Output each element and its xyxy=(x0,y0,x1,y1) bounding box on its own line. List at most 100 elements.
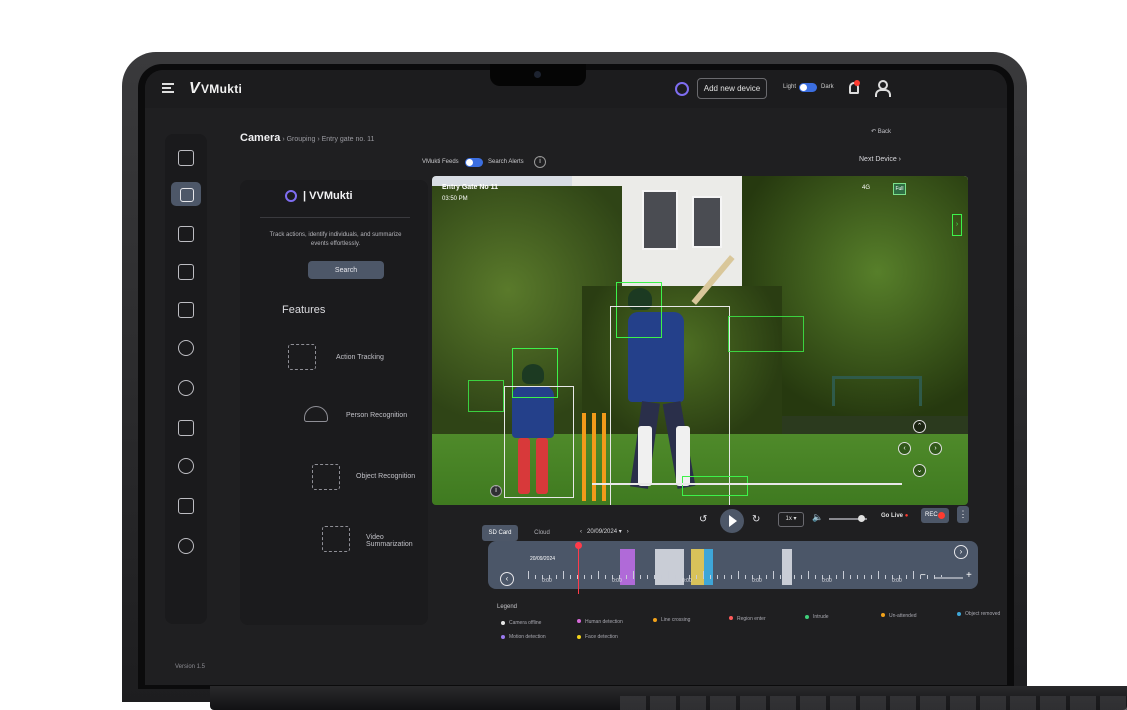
signal-strength-label: 4G xyxy=(862,185,871,191)
breadcrumb-grouping[interactable]: Grouping xyxy=(287,136,316,143)
person-recognition-icon xyxy=(304,406,328,422)
sidebar-item-settings-icon[interactable] xyxy=(178,340,194,356)
breadcrumb-camera[interactable]: Camera xyxy=(240,132,280,144)
zoom-out-icon[interactable]: − xyxy=(920,570,926,581)
next-date-icon[interactable]: › xyxy=(627,529,629,535)
speed-value: 1x xyxy=(785,516,792,522)
timeline-tick xyxy=(850,575,851,579)
timeline-tick xyxy=(913,571,914,579)
playback-speed-select[interactable]: 1x ▾ xyxy=(778,512,804,527)
sidebar-item-dashboard-icon[interactable] xyxy=(178,150,194,166)
sidebar-item-gear-icon[interactable] xyxy=(178,458,194,474)
timeline-tick xyxy=(703,571,704,579)
volume-slider-knob[interactable] xyxy=(858,515,865,522)
forward-icon[interactable]: ↻ xyxy=(752,514,760,525)
timeline-playhead-handle[interactable] xyxy=(575,542,582,549)
legend-item: Line crossing xyxy=(653,617,690,623)
detection-box-object[interactable] xyxy=(728,316,804,352)
feature-video-summarization[interactable]: Video Summarization xyxy=(366,534,428,548)
timeline-tick xyxy=(738,571,739,579)
stump xyxy=(592,413,596,501)
timeline-tick xyxy=(815,575,816,579)
legend-label: Line crossing xyxy=(661,617,691,623)
theme-toggle[interactable] xyxy=(799,83,817,92)
timeline-event-segment[interactable] xyxy=(620,549,635,585)
tab-sd-card[interactable]: SD Card xyxy=(482,525,518,541)
timeline-zoom-slider[interactable] xyxy=(935,577,963,579)
feeds-alerts-toggle[interactable] xyxy=(465,158,483,167)
sidebar-item-camera-icon[interactable] xyxy=(171,182,201,206)
play-button[interactable] xyxy=(720,509,744,533)
detection-box-shoes[interactable] xyxy=(682,476,748,496)
feature-object-recognition[interactable]: Object Recognition xyxy=(356,473,415,480)
timeline-tick xyxy=(808,571,809,579)
back-button[interactable]: ↶ Back xyxy=(871,128,891,135)
timeline-event-segment[interactable] xyxy=(654,549,684,585)
stump xyxy=(582,413,586,501)
camera-video-feed[interactable]: Entry Gate No 11 03:50 PM 4G Full › i ⌃ … xyxy=(432,176,968,505)
playback-timeline[interactable]: ‹ › 20/09/2024 0:00 0:00 0:00 0:00 0:00 0:00 xyxy=(488,541,978,589)
user-profile-icon[interactable] xyxy=(874,80,891,97)
sidebar-item-calendar-icon[interactable] xyxy=(178,226,194,242)
add-new-device-button[interactable]: Add new device xyxy=(697,78,767,99)
chevron-right-icon[interactable]: › xyxy=(952,214,962,236)
timeline-prev-icon[interactable]: ‹ xyxy=(500,572,514,586)
video-scrub-line[interactable] xyxy=(592,483,902,485)
detection-box-object[interactable] xyxy=(468,380,504,412)
timeline-next-icon[interactable]: › xyxy=(954,545,968,559)
feature-person-recognition[interactable]: Person Recognition xyxy=(346,412,407,419)
volume-icon[interactable]: 🔈 xyxy=(812,512,823,523)
legend-item: Motion detection xyxy=(501,634,546,640)
calendar-dropdown-icon[interactable]: ▾ xyxy=(619,529,625,535)
legend-item: Camera offline xyxy=(501,620,541,626)
webcam-icon xyxy=(534,71,541,78)
sidebar-item-help-icon[interactable] xyxy=(178,538,194,554)
go-live-button[interactable]: Go Live ● xyxy=(881,513,908,519)
ptz-up-icon[interactable]: ⌃ xyxy=(913,420,926,433)
ptz-right-icon[interactable]: › xyxy=(929,442,942,455)
sidebar-item-import-icon[interactable] xyxy=(178,420,194,436)
brand-name: VMukti xyxy=(200,82,243,96)
alerts-label: Search Alerts xyxy=(488,159,524,165)
ai-search-panel: | VVMukti Track actions, identify indivi… xyxy=(240,180,428,625)
timeline-tick xyxy=(570,575,571,579)
timeline-tick xyxy=(675,575,676,579)
sidebar-item-feedback-icon[interactable] xyxy=(178,498,194,514)
feature-action-tracking[interactable]: Action Tracking xyxy=(336,354,384,361)
prev-date-icon[interactable]: ‹ xyxy=(580,529,585,535)
timeline-tick xyxy=(654,575,655,579)
ptz-left-icon[interactable]: ‹ xyxy=(898,442,911,455)
video-info-icon[interactable]: i xyxy=(490,485,502,497)
timeline-playhead[interactable] xyxy=(578,542,579,594)
zoom-in-icon[interactable]: + xyxy=(966,570,972,581)
timeline-event-segment[interactable] xyxy=(691,549,704,585)
more-options-icon[interactable]: ⋮ xyxy=(957,506,969,523)
sidebar-item-billing-icon[interactable] xyxy=(178,380,194,396)
record-button[interactable]: REC xyxy=(921,508,949,523)
sidebar-item-browser-icon[interactable] xyxy=(178,264,194,280)
next-device-button[interactable]: Next Device › xyxy=(859,156,901,163)
date-value[interactable]: 20/09/2024 xyxy=(587,529,617,535)
search-button[interactable]: Search xyxy=(308,261,384,279)
app-screen: VVMukti Add new device Light Dark Versio… xyxy=(145,70,1007,685)
rewind-icon[interactable]: ↺ xyxy=(699,514,707,525)
fullscreen-button[interactable]: Full xyxy=(893,183,906,195)
timeline-event-segment[interactable] xyxy=(782,549,792,585)
ai-swirl-icon[interactable] xyxy=(675,82,689,96)
video-summarization-icon xyxy=(322,526,350,552)
menu-icon[interactable] xyxy=(162,83,174,93)
tab-cloud[interactable]: Cloud xyxy=(527,525,557,541)
divider xyxy=(260,217,410,218)
detection-box-keeper-body[interactable] xyxy=(504,386,574,498)
timeline-tick xyxy=(633,571,634,579)
sidebar-item-report-icon[interactable] xyxy=(178,302,194,318)
ptz-down-icon[interactable]: ⌄ xyxy=(913,464,926,477)
legend-label: Intrude xyxy=(813,614,829,620)
timeline-tick xyxy=(766,575,767,579)
timeline-event-segment[interactable] xyxy=(703,549,714,585)
legend-color-dot xyxy=(729,616,733,621)
info-icon[interactable]: i xyxy=(534,156,546,168)
ai-swirl-icon xyxy=(285,190,297,203)
legend-item: Un-attended xyxy=(881,613,917,619)
keyboard xyxy=(620,696,1127,710)
